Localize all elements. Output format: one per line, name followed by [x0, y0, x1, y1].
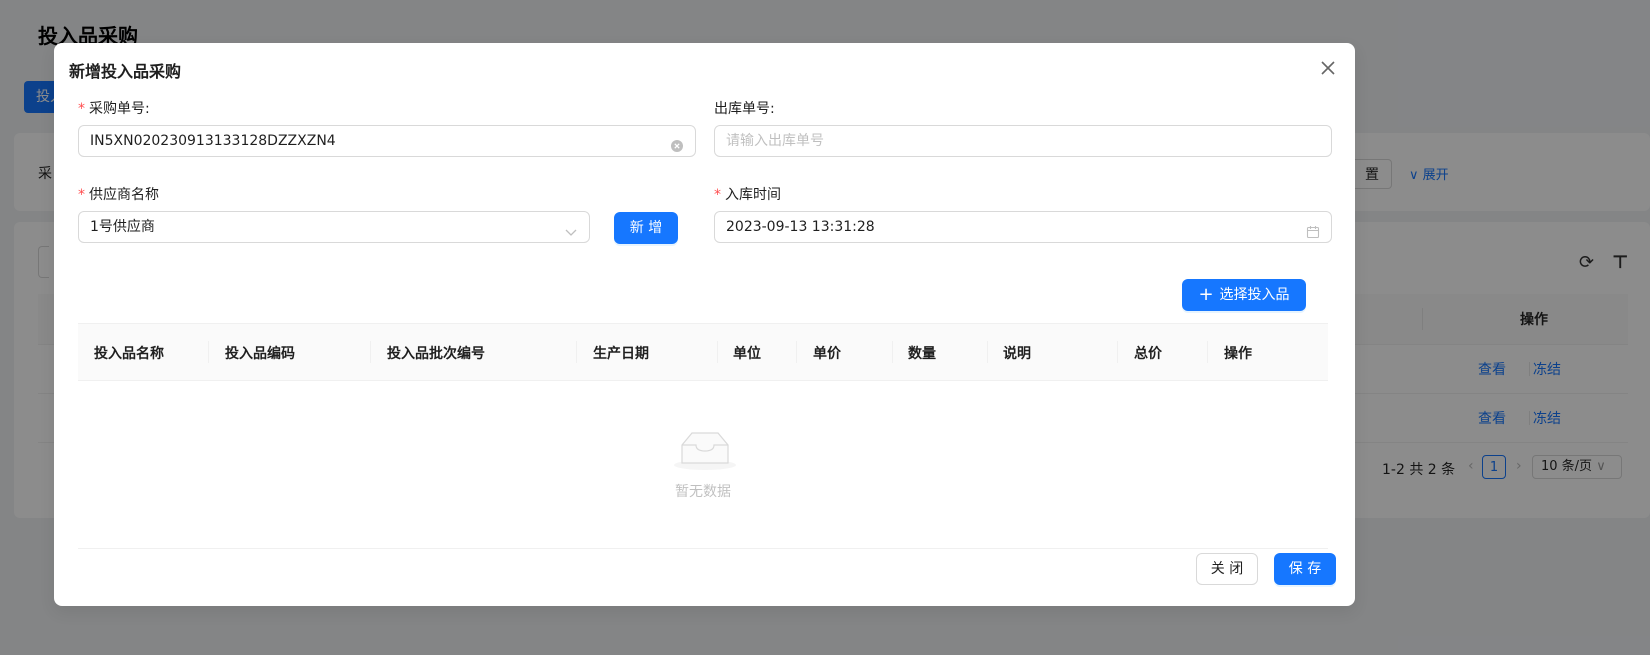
- purchase-no-value: IN5XN020230913133128DZZXZN4: [90, 133, 336, 149]
- required-mark: *: [78, 101, 85, 117]
- outbound-no-input[interactable]: 请输入出库单号: [714, 125, 1332, 157]
- required-mark: *: [714, 187, 721, 203]
- column-header: 操作: [1224, 346, 1252, 362]
- supplier-label-text: 供应商名称: [89, 187, 159, 203]
- supplier-select[interactable]: 1号供应商: [78, 211, 590, 243]
- column-divider: [208, 341, 209, 363]
- plus-icon: +: [1198, 284, 1214, 305]
- modal-dialog: 新增投入品采购 * 采购单号: IN5XN020230913133128DZZXZ…: [54, 43, 1355, 606]
- column-divider: [1117, 341, 1118, 363]
- input-items-table: 投入品名称 投入品编码 投入品批次编号 生产日期 单位 单价 数量 说明 总价 …: [78, 323, 1328, 549]
- column-divider: [576, 341, 577, 363]
- column-header: 说明: [1003, 346, 1031, 362]
- supplier-value: 1号供应商: [90, 219, 155, 235]
- column-header: 投入品编码: [225, 346, 295, 362]
- outbound-no-placeholder: 请输入出库单号: [726, 133, 824, 149]
- column-header: 生产日期: [593, 346, 649, 362]
- purchase-no-input[interactable]: IN5XN020230913133128DZZXZN4: [78, 125, 696, 157]
- outbound-no-label: 出库单号:: [714, 101, 775, 117]
- inbound-time-value: 2023-09-13 13:31:28: [726, 219, 875, 235]
- column-header: 投入品批次编号: [387, 346, 485, 362]
- table-header: 投入品名称 投入品编码 投入品批次编号 生产日期 单位 单价 数量 说明 总价 …: [78, 323, 1328, 381]
- column-divider: [370, 341, 371, 363]
- chevron-down-icon: [564, 220, 578, 236]
- add-supplier-button[interactable]: 新 增: [614, 212, 678, 244]
- close-button[interactable]: 关 闭: [1196, 553, 1258, 585]
- save-button[interactable]: 保 存: [1274, 553, 1336, 585]
- column-header: 单位: [733, 346, 761, 362]
- empty-inbox-icon: [672, 427, 738, 471]
- column-divider: [717, 341, 718, 363]
- clear-icon[interactable]: [670, 134, 684, 152]
- modal-title: 新增投入品采购: [69, 62, 182, 81]
- inbound-time-label: * 入库时间: [714, 184, 781, 204]
- column-divider: [1207, 341, 1208, 363]
- column-divider: [796, 341, 797, 363]
- purchase-no-label: * 采购单号:: [78, 98, 150, 118]
- supplier-label: * 供应商名称: [78, 184, 159, 204]
- close-icon[interactable]: [1317, 57, 1339, 79]
- select-input-button[interactable]: + 选择投入品: [1182, 279, 1306, 311]
- select-input-label: 选择投入品: [1219, 287, 1290, 303]
- column-header: 数量: [908, 346, 936, 362]
- column-header: 单价: [813, 346, 841, 362]
- column-divider: [892, 341, 893, 363]
- inbound-time-picker[interactable]: 2023-09-13 13:31:28: [714, 211, 1332, 243]
- column-header: 投入品名称: [94, 346, 164, 362]
- empty-state: 暂无数据: [78, 381, 1328, 549]
- column-divider: [987, 341, 988, 363]
- inbound-time-label-text: 入库时间: [725, 187, 781, 203]
- required-mark: *: [78, 187, 85, 203]
- empty-text: 暂无数据: [675, 484, 731, 500]
- purchase-no-label-text: 采购单号:: [89, 101, 150, 117]
- calendar-icon: [1306, 220, 1320, 239]
- column-header: 总价: [1134, 346, 1162, 362]
